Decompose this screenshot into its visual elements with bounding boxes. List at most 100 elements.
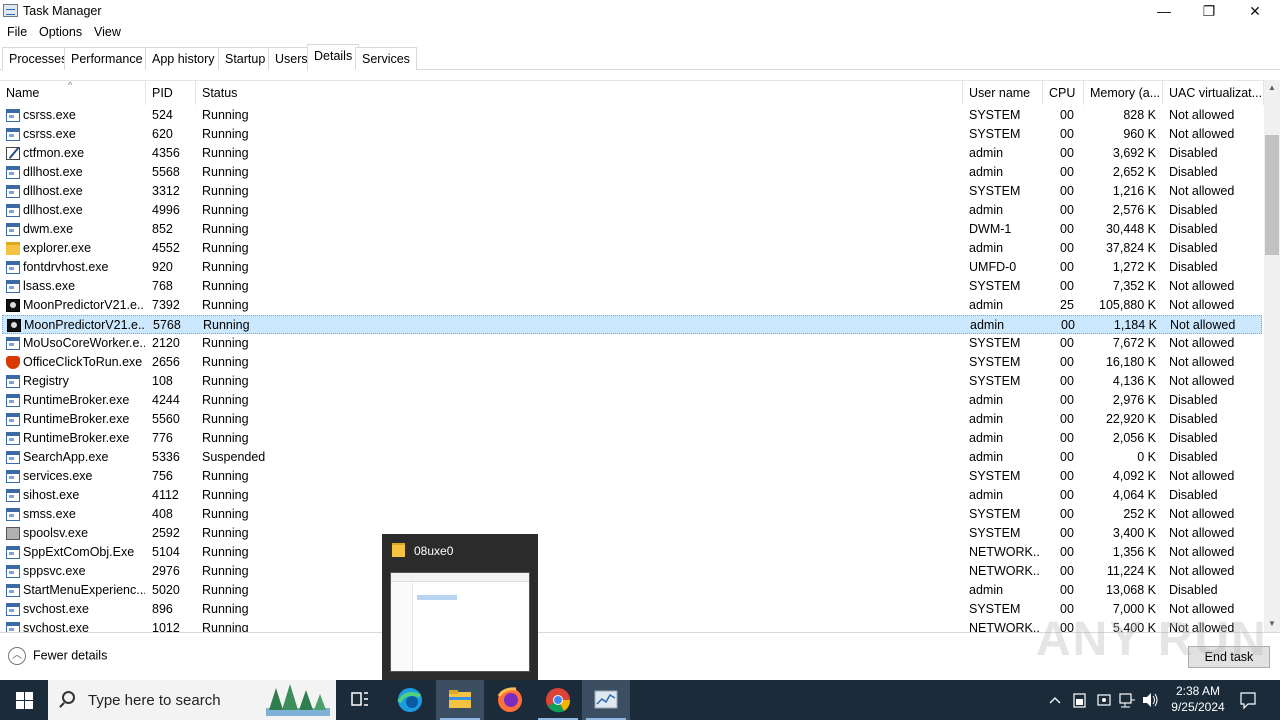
process-status: Running	[202, 336, 249, 350]
column-header-status[interactable]: Status	[196, 81, 963, 105]
process-name: dllhost.exe	[23, 203, 83, 217]
process-status: Running	[202, 431, 249, 445]
process-cpu: 00	[1060, 241, 1074, 255]
table-row[interactable]: csrss.exe 524 Running SYSTEM 00 828 K Not allo…	[0, 106, 1264, 125]
process-memory: 30,448 K	[1105, 222, 1156, 236]
process-pid: 3312	[152, 184, 180, 198]
file-explorer-icon[interactable]	[436, 680, 484, 720]
process-icon	[6, 280, 20, 293]
process-memory: 2,652 K	[1112, 165, 1156, 179]
volume-icon[interactable]	[1140, 680, 1160, 720]
table-row[interactable]: dllhost.exe 5568 Running admin 00 2,652 K Disa…	[0, 163, 1264, 182]
tab-startup[interactable]: Startup	[218, 47, 273, 70]
system-clock[interactable]: 2:38 AM 9/25/2024	[1160, 683, 1236, 715]
process-user: DWM-1	[969, 222, 1012, 236]
column-header-pid[interactable]: PID	[146, 81, 196, 105]
table-row[interactable]: SearchApp.exe 5336 Suspended admin 00 0 K Disa…	[0, 448, 1264, 467]
table-row[interactable]: OfficeClickToRun.exe 2656 Running SYSTEM 00 1…	[0, 353, 1264, 372]
menu-options[interactable]: Options	[39, 25, 82, 39]
process-status: Running	[202, 374, 249, 388]
preview-thumbnail[interactable]	[390, 572, 530, 672]
maximize-button[interactable]: ❐	[1186, 0, 1232, 22]
table-row[interactable]: dllhost.exe 4996 Running admin 00 2,576 K Disa…	[0, 201, 1264, 220]
column-header-uac[interactable]: UAC virtualizat...	[1163, 81, 1264, 105]
process-icon	[6, 432, 20, 445]
table-row[interactable]: fontdrvhost.exe 920 Running UMFD-0 00 1,272 K…	[0, 258, 1264, 277]
table-row[interactable]: dllhost.exe 3312 Running SYSTEM 00 1,216 K Not…	[0, 182, 1264, 201]
taskbar-search-box[interactable]: Type here to search	[48, 680, 336, 720]
column-header-user-name[interactable]: User name	[963, 81, 1043, 105]
table-row[interactable]: RuntimeBroker.exe 4244 Running admin 00 2,976…	[0, 391, 1264, 410]
details-table: Name ^ PID Status User name CPU Memory (a…	[0, 80, 1264, 632]
tab-app-history[interactable]: App history	[145, 47, 222, 70]
table-row[interactable]: ctfmon.exe 4356 Running admin 00 3,692 K Disab…	[0, 144, 1264, 163]
network-icon[interactable]	[1117, 680, 1137, 720]
table-row[interactable]: spoolsv.exe 2592 Running SYSTEM 00 3,400 K Not…	[0, 524, 1264, 543]
table-row[interactable]: MoUsoCoreWorker.e... 2120 Running SYSTEM 00 7…	[0, 334, 1264, 353]
process-icon	[6, 508, 20, 521]
notifications-icon[interactable]	[1236, 680, 1260, 720]
process-memory: 105,880 K	[1099, 298, 1156, 312]
column-header-memory[interactable]: Memory (a...	[1084, 81, 1163, 105]
tab-performance[interactable]: Performance	[64, 47, 150, 70]
table-row[interactable]: smss.exe 408 Running SYSTEM 00 252 K Not allow…	[0, 505, 1264, 524]
scroll-up-icon[interactable]: ▲	[1264, 80, 1280, 96]
taskbar-thumbnail-preview[interactable]: 08uxe0	[382, 534, 538, 680]
column-header-name[interactable]: Name ^	[0, 81, 146, 105]
table-row[interactable]: explorer.exe 4552 Running admin 00 37,824 K Di…	[0, 239, 1264, 258]
column-header-cpu[interactable]: CPU	[1043, 81, 1084, 105]
table-row[interactable]: sihost.exe 4112 Running admin 00 4,064 K Disab…	[0, 486, 1264, 505]
process-icon	[6, 128, 20, 141]
process-name: RuntimeBroker.exe	[23, 393, 130, 407]
task-view-icon[interactable]	[336, 680, 384, 720]
task-manager-taskbar-icon[interactable]	[582, 680, 630, 720]
battery-icon[interactable]	[1070, 680, 1090, 720]
process-memory: 7,672 K	[1112, 336, 1156, 350]
table-row[interactable]: SppExtComObj.Exe 5104 Running NETWORK... 00 1…	[0, 543, 1264, 562]
process-pid: 1012	[152, 621, 180, 632]
table-row[interactable]: MoonPredictorV21.e... 5768 Running admin 00 1…	[2, 315, 1262, 334]
vertical-scrollbar[interactable]: ▲ ▼	[1264, 80, 1280, 632]
chrome-icon[interactable]	[534, 680, 582, 720]
firefox-icon[interactable]	[486, 680, 534, 720]
thumbnail-selection	[417, 595, 457, 600]
scrollbar-thumb[interactable]	[1265, 135, 1279, 255]
process-status: Running	[202, 412, 249, 426]
process-uac: Not allowed	[1169, 108, 1235, 122]
process-memory: 2,056 K	[1112, 431, 1156, 445]
table-row[interactable]: dwm.exe 852 Running DWM-1 00 30,448 K Disabled	[0, 220, 1264, 239]
process-cpu: 00	[1060, 165, 1074, 179]
table-row[interactable]: services.exe 756 Running SYSTEM 00 4,092 K Not…	[0, 467, 1264, 486]
process-uac: Disabled	[1169, 165, 1218, 179]
process-icon	[6, 546, 20, 559]
minimize-button[interactable]: —	[1141, 0, 1187, 22]
edge-browser-icon[interactable]	[386, 680, 434, 720]
process-user: admin	[969, 146, 1004, 160]
table-row[interactable]: lsass.exe 768 Running SYSTEM 00 7,352 K Not al…	[0, 277, 1264, 296]
process-status: Running	[202, 583, 249, 597]
process-icon	[6, 375, 20, 388]
vpn-shield-icon[interactable]	[1094, 680, 1114, 720]
window-title: Task Manager	[23, 4, 102, 18]
start-button[interactable]	[0, 680, 48, 720]
process-user: SYSTEM	[969, 469, 1021, 483]
fewer-details-toggle[interactable]: ︿ Fewer details	[8, 647, 107, 665]
close-button[interactable]: ✕	[1232, 0, 1278, 22]
tab-services[interactable]: Services	[355, 47, 417, 70]
process-pid: 852	[152, 222, 173, 236]
process-pid: 108	[152, 374, 173, 388]
table-row[interactable]: RuntimeBroker.exe 5560 Running admin 00 22,92…	[0, 410, 1264, 429]
tab-details[interactable]: Details	[307, 44, 360, 71]
table-row[interactable]: Registry 108 Running SYSTEM 00 4,136 K Not all…	[0, 372, 1264, 391]
menu-view[interactable]: View	[94, 25, 121, 39]
table-row[interactable]: RuntimeBroker.exe 776 Running admin 00 2,056 …	[0, 429, 1264, 448]
process-pid: 5768	[153, 318, 181, 332]
table-row[interactable]: sppsvc.exe 2976 Running NETWORK... 00 11,224 …	[0, 562, 1264, 581]
table-row[interactable]: MoonPredictorV21.e... 7392 Running admin 25 1…	[0, 296, 1264, 315]
thumbnail-toolbar	[391, 573, 529, 582]
menu-file[interactable]: File	[7, 25, 27, 39]
show-hidden-icons-icon[interactable]	[1046, 680, 1064, 720]
process-icon	[7, 319, 21, 332]
table-row[interactable]: StartMenuExperienc... 5020 Running admin 00 1…	[0, 581, 1264, 600]
table-row[interactable]: csrss.exe 620 Running SYSTEM 00 960 K Not allo…	[0, 125, 1264, 144]
